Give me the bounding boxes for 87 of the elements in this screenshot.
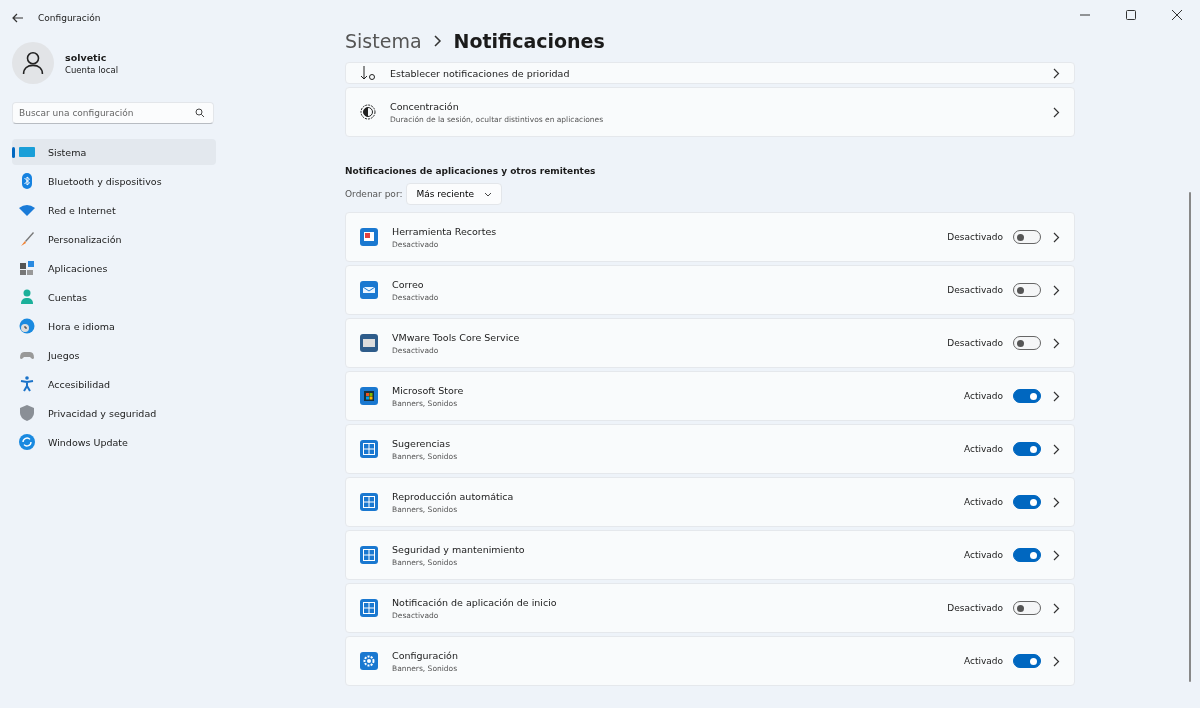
globe-clock-icon bbox=[19, 318, 35, 334]
back-arrow-icon[interactable] bbox=[12, 13, 24, 23]
chevron-icon bbox=[1053, 337, 1060, 349]
app-window-icon bbox=[360, 493, 378, 511]
sidebar-item[interactable]: Bluetooth y dispositivos bbox=[12, 168, 216, 194]
chevron-icon bbox=[1053, 390, 1060, 402]
chevron-icon bbox=[1053, 231, 1060, 243]
app-name: Herramienta Recortes bbox=[392, 225, 498, 237]
sidebar-item[interactable]: Aplicaciones bbox=[12, 255, 216, 281]
chevron-icon bbox=[1053, 67, 1060, 79]
wifi-icon bbox=[19, 202, 35, 218]
window-title: Configuración bbox=[38, 13, 101, 23]
chevron-icon bbox=[1053, 549, 1060, 561]
avatar bbox=[12, 42, 54, 84]
chevron-icon bbox=[1053, 284, 1060, 296]
apps-icon bbox=[19, 260, 35, 276]
settings-card[interactable]: Establecer notificaciones de prioridad bbox=[345, 62, 1075, 84]
toggle-status: Activado bbox=[963, 550, 1003, 560]
vm-app-icon bbox=[360, 334, 378, 352]
app-name: Notificación de aplicación de inicio bbox=[392, 596, 558, 608]
toggle-switch[interactable] bbox=[1013, 495, 1041, 509]
app-name: Sugerencias bbox=[392, 437, 452, 449]
caret-icon bbox=[484, 191, 493, 197]
app-window-icon bbox=[360, 546, 378, 564]
sort-dropdown[interactable]: Más reciente bbox=[406, 183, 503, 205]
sidebar-item[interactable]: Juegos bbox=[12, 342, 216, 368]
chevron-icon bbox=[1053, 496, 1060, 508]
sidebar-item[interactable]: Hora e idioma bbox=[12, 313, 216, 339]
sidebar-item[interactable]: Personalización bbox=[12, 226, 216, 252]
chevron-icon bbox=[433, 35, 442, 47]
sort-arrows-icon bbox=[360, 65, 376, 81]
section-title: Notificaciones de aplicaciones y otros remitentes bbox=[345, 166, 597, 176]
sidebar-item[interactable]: Windows Update bbox=[12, 429, 216, 455]
toggle-switch[interactable] bbox=[1013, 654, 1041, 668]
toggle-switch[interactable] bbox=[1013, 442, 1041, 456]
sidebar-item[interactable]: Privacidad y seguridad bbox=[12, 400, 216, 426]
chevron-icon bbox=[1053, 602, 1060, 614]
toggle-switch[interactable] bbox=[1013, 283, 1041, 297]
brush-icon bbox=[19, 231, 35, 247]
bluetooth-icon bbox=[19, 173, 35, 189]
toggle-status: Desactivado bbox=[947, 603, 1003, 613]
toggle-switch[interactable] bbox=[1013, 230, 1041, 244]
mail-icon bbox=[360, 281, 378, 299]
toggle-switch[interactable] bbox=[1013, 601, 1041, 615]
toggle-switch[interactable] bbox=[1013, 548, 1041, 562]
toggle-status: Activado bbox=[963, 656, 1003, 666]
toggle-status: Desactivado bbox=[947, 285, 1003, 295]
chevron-icon bbox=[1053, 443, 1060, 455]
store-icon bbox=[360, 387, 378, 405]
sidebar-item[interactable]: Cuentas bbox=[12, 284, 216, 310]
app-window-icon bbox=[360, 440, 378, 458]
accessibility-icon bbox=[19, 376, 35, 392]
toggle-status: Activado bbox=[963, 444, 1003, 454]
update-icon bbox=[19, 434, 35, 450]
sidebar-item[interactable]: Red e Internet bbox=[12, 197, 216, 223]
toggle-status: Activado bbox=[963, 391, 1003, 401]
breadcrumb-link[interactable]: Sistema bbox=[345, 30, 422, 52]
setting-title: Establecer notificaciones de prioridad bbox=[390, 67, 571, 79]
search-icon bbox=[195, 108, 205, 118]
user-name: solvetic bbox=[65, 51, 108, 63]
person-icon bbox=[19, 289, 35, 305]
app-name: Microsoft Store bbox=[392, 384, 465, 396]
toggle-status: Desactivado bbox=[947, 338, 1003, 348]
account-type: Cuenta local bbox=[65, 64, 118, 75]
toggle-switch[interactable] bbox=[1013, 389, 1041, 403]
setting-title: Concentración bbox=[390, 100, 460, 112]
app-name: Configuración bbox=[392, 649, 459, 661]
search-field[interactable]: Buscar una configuración bbox=[12, 102, 214, 124]
app-window-icon bbox=[360, 599, 378, 617]
app-name: VMware Tools Core Service bbox=[392, 331, 521, 343]
page-title: Notificaciones bbox=[453, 30, 605, 52]
scrollbar[interactable] bbox=[1189, 192, 1191, 682]
toggle-status: Activado bbox=[963, 497, 1003, 507]
toggle-status: Desactivado bbox=[947, 232, 1003, 242]
app-name: Seguridad y mantenimiento bbox=[392, 543, 526, 555]
focus-icon bbox=[360, 104, 376, 120]
gear-icon bbox=[360, 652, 378, 670]
sort-label: Ordenar por: bbox=[345, 189, 403, 199]
toggle-switch[interactable] bbox=[1013, 336, 1041, 350]
monitor-icon bbox=[19, 144, 35, 160]
sidebar-item[interactable]: Accesibilidad bbox=[12, 371, 216, 397]
chevron-icon bbox=[1053, 655, 1060, 667]
chevron-icon bbox=[1053, 106, 1060, 118]
app-name: Reproducción automática bbox=[392, 490, 515, 502]
app-name: Correo bbox=[392, 278, 425, 290]
shield-icon bbox=[19, 405, 35, 421]
sidebar-item[interactable]: Sistema bbox=[12, 139, 216, 165]
